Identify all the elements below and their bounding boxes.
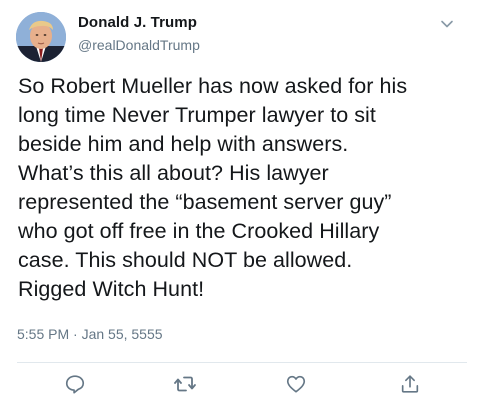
- chevron-down-icon[interactable]: [437, 14, 457, 34]
- divider: [17, 362, 467, 363]
- avatar-image: [16, 12, 66, 62]
- heart-icon: [286, 375, 306, 393]
- avatar[interactable]: [16, 12, 66, 62]
- tweet-card[interactable]: Donald J. Trump @realDonaldTrump So Robe…: [0, 0, 480, 410]
- share-icon: [401, 375, 419, 393]
- author-handle[interactable]: @realDonaldTrump: [78, 37, 200, 53]
- tweet-timestamp[interactable]: 5:55 PM · Jan 55, 5555: [17, 326, 163, 342]
- retweet-button[interactable]: [173, 372, 197, 396]
- reply-button[interactable]: [63, 372, 87, 396]
- like-button[interactable]: [284, 372, 308, 396]
- share-button[interactable]: [398, 372, 422, 396]
- retweet-icon: [174, 376, 196, 392]
- author-name[interactable]: Donald J. Trump: [78, 14, 197, 31]
- reply-icon: [65, 375, 85, 394]
- tweet-text: So Robert Mueller has now asked for his …: [18, 74, 408, 301]
